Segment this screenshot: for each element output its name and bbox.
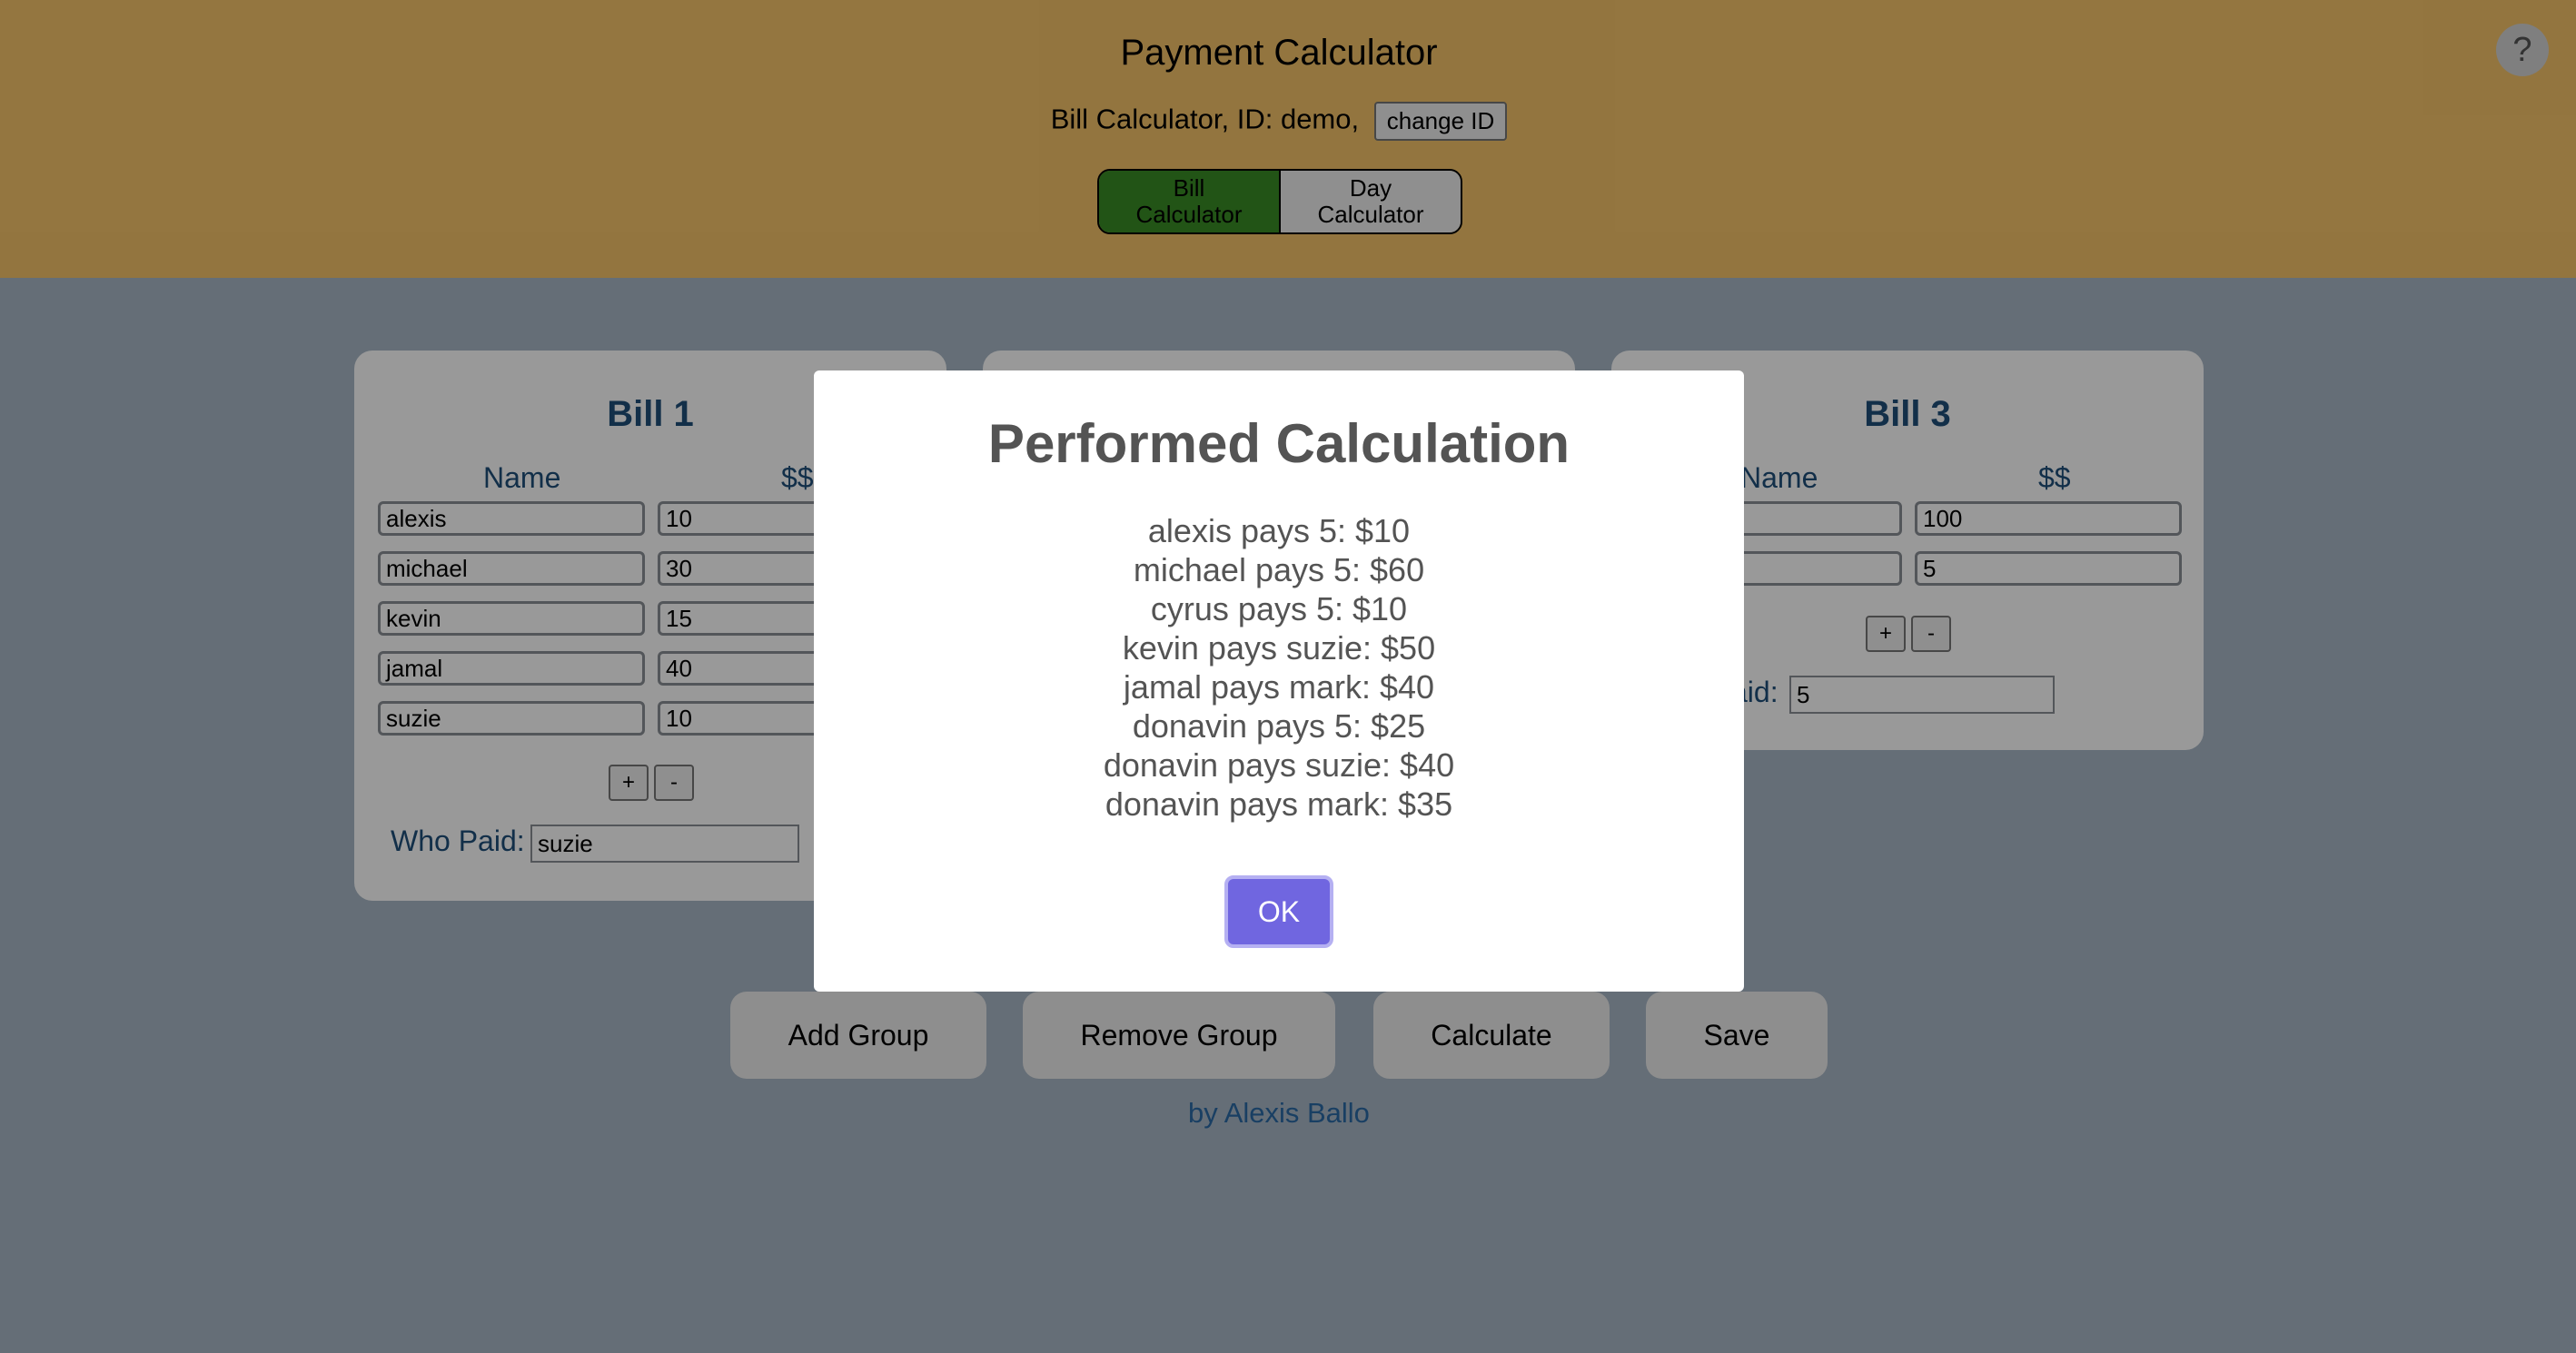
result-line: cyrus pays 5: $10: [1150, 590, 1408, 627]
result-line: jamal pays mark: $40: [1123, 668, 1435, 706]
ok-button[interactable]: OK: [1224, 875, 1333, 948]
result-dialog: Performed Calculation alexis pays 5: $10…: [814, 370, 1744, 992]
result-line: michael pays 5: $60: [1133, 551, 1425, 588]
result-line: donavin pays mark: $35: [1105, 785, 1453, 823]
result-line: alexis pays 5: $10: [1147, 512, 1411, 549]
result-line: donavin pays 5: $25: [1132, 707, 1426, 745]
result-line: kevin pays suzie: $50: [1122, 629, 1436, 667]
result-line: donavin pays suzie: $40: [1103, 746, 1455, 784]
dialog-title: Performed Calculation: [987, 413, 1570, 474]
